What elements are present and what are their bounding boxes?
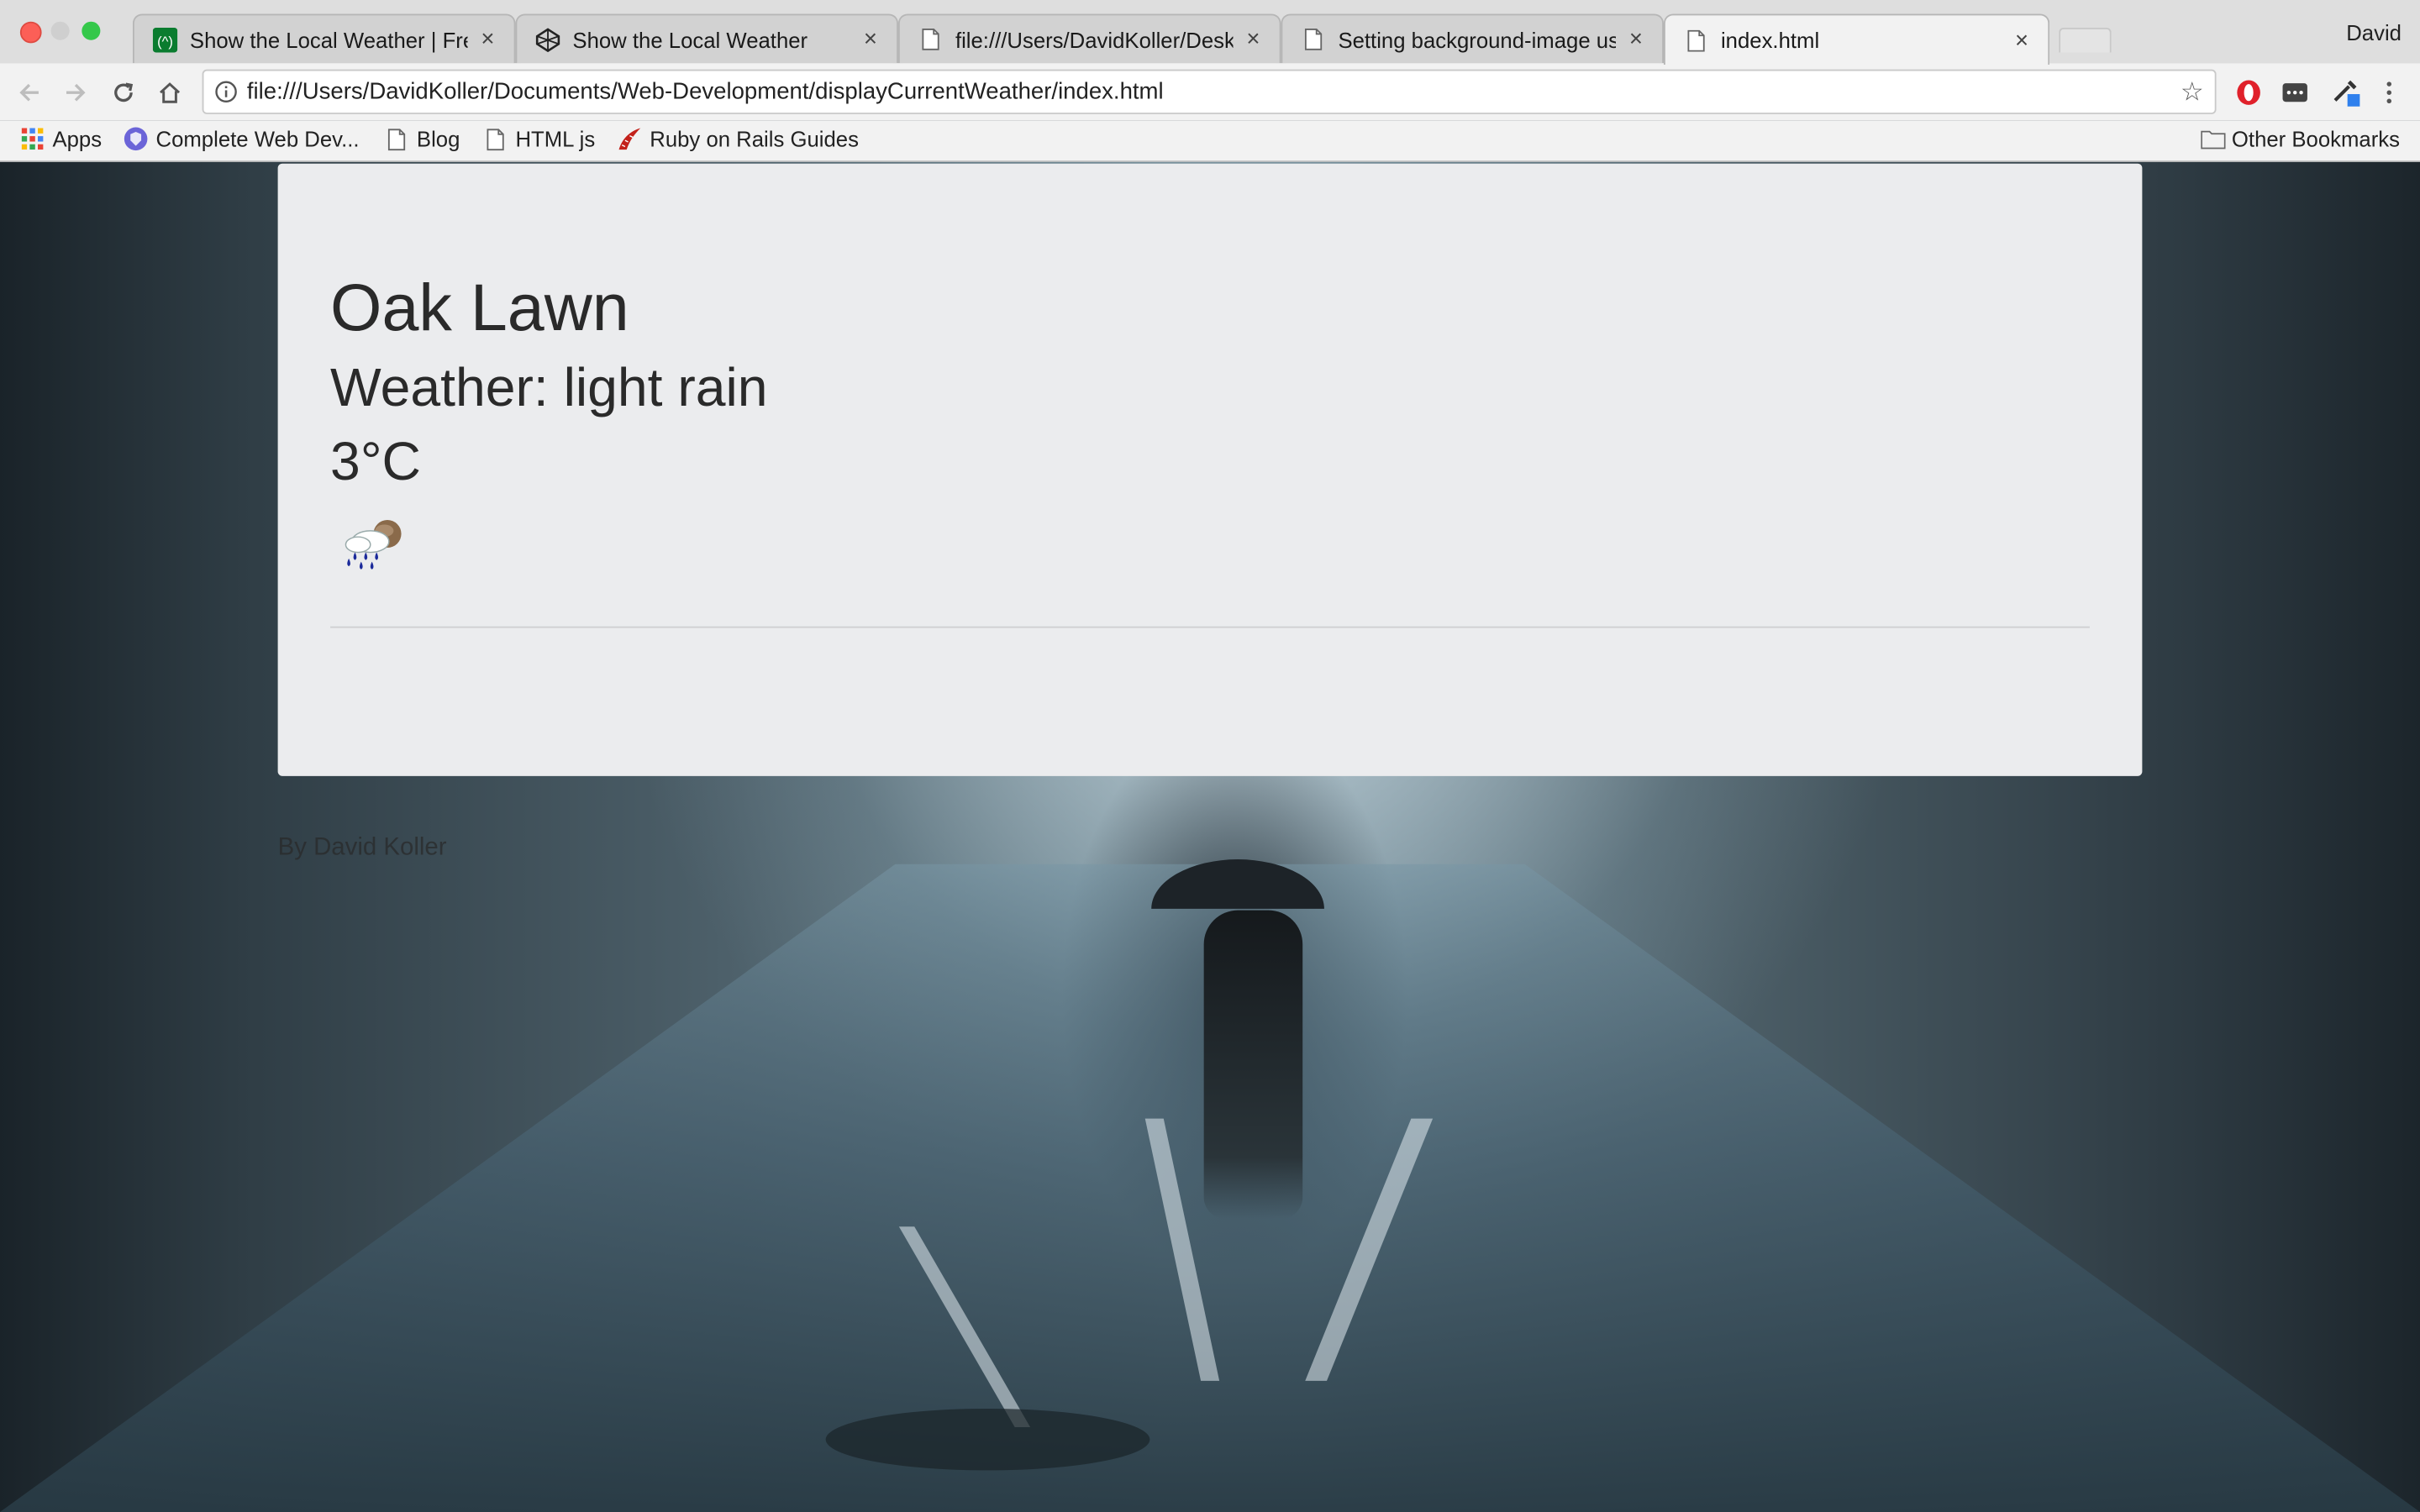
menu-kebab-icon[interactable] — [2374, 77, 2405, 108]
bookmark-blog[interactable]: Blog — [384, 127, 460, 151]
tab-label: Show the Local Weather | Free — [189, 27, 468, 52]
weather-description: Weather: light rain — [330, 358, 768, 418]
bookmark-star-icon[interactable]: ☆ — [2181, 79, 2204, 105]
eyedropper-extension-icon[interactable] — [2330, 77, 2361, 108]
bookmark-label: Blog — [416, 126, 460, 151]
profile-name[interactable]: David — [2346, 20, 2402, 45]
home-button[interactable] — [155, 77, 186, 108]
maximize-window-button[interactable] — [82, 21, 101, 40]
close-tab-icon[interactable]: × — [477, 26, 499, 52]
address-text[interactable]: file:///Users/DavidKoller/Documents/Web-… — [247, 79, 1164, 105]
document-icon — [483, 127, 508, 151]
apps-grid-icon — [20, 127, 45, 151]
tab-index-html[interactable]: index.html × — [1664, 13, 2050, 66]
document-icon — [918, 27, 943, 51]
manhole — [825, 1408, 1150, 1471]
minimize-window-button[interactable] — [50, 21, 70, 40]
close-tab-icon[interactable]: × — [2011, 27, 2033, 53]
tab-codepen[interactable]: Show the Local Weather × — [515, 13, 898, 64]
toolbar: file:///Users/DavidKoller/Documents/Web-… — [0, 63, 2420, 121]
shield-icon — [124, 127, 148, 151]
info-icon[interactable] — [214, 81, 238, 104]
tab-label: index.html — [1720, 28, 1820, 53]
forward-button[interactable] — [60, 77, 92, 108]
walking-person — [1203, 910, 1303, 1220]
close-window-button[interactable] — [19, 21, 42, 44]
freecodecamp-icon: (^) — [152, 27, 178, 52]
more-extensions-icon[interactable] — [2280, 77, 2311, 108]
bookmark-label: Complete Web Dev... — [155, 126, 360, 151]
document-icon — [384, 127, 408, 151]
light-rain-icon — [336, 515, 410, 574]
rails-icon — [618, 127, 642, 151]
bookmark-label: HTML js — [515, 126, 596, 151]
weather-card: Oak Lawn Weather: light rain 3°C — [277, 163, 2143, 776]
divider — [330, 626, 2090, 628]
temperature[interactable]: 3°C — [330, 432, 421, 493]
folder-icon — [2201, 127, 2226, 151]
other-bookmarks[interactable]: Other Bookmarks — [2201, 127, 2400, 151]
close-tab-icon[interactable]: × — [1243, 26, 1265, 52]
tab-label: Setting background-image usi — [1338, 27, 1617, 52]
tab-label: file:///Users/DavidKoller/Deskto — [955, 27, 1234, 52]
tab-background-image[interactable]: Setting background-image usi × — [1281, 13, 1664, 64]
bookmark-apps[interactable]: Apps — [20, 127, 102, 151]
codepen-icon — [535, 27, 560, 52]
opera-extension-icon[interactable] — [2233, 77, 2265, 108]
page-background: Oak Lawn Weather: light rain 3°C By Davi… — [0, 161, 2420, 1512]
bookmark-complete-web-dev[interactable]: Complete Web Dev... — [124, 127, 360, 151]
browser-window: (^) Show the Local Weather | Free × Show… — [0, 0, 2420, 1512]
tab-freecodecamp[interactable]: (^) Show the Local Weather | Free × — [132, 13, 516, 64]
other-bookmarks-label: Other Bookmarks — [2231, 126, 2401, 151]
tab-strip: (^) Show the Local Weather | Free × Show… — [0, 0, 2420, 66]
city-name: Oak Lawn — [330, 271, 629, 346]
document-icon — [1301, 27, 1325, 51]
bookmark-label: Ruby on Rails Guides — [650, 126, 859, 151]
back-button[interactable] — [14, 77, 45, 108]
tab-label: Show the Local Weather — [572, 27, 808, 52]
svg-text:(^): (^) — [157, 33, 173, 49]
address-bar[interactable]: file:///Users/DavidKoller/Documents/Web-… — [202, 69, 2217, 114]
close-tab-icon[interactable]: × — [1625, 26, 1647, 52]
bookmarks-bar: Apps Complete Web Dev... Blog HTML js Ru… — [0, 120, 2420, 162]
close-tab-icon[interactable]: × — [860, 26, 881, 52]
author-credit: By David Koller — [277, 834, 447, 861]
bookmark-ruby-on-rails-guides[interactable]: Ruby on Rails Guides — [618, 127, 859, 151]
bookmark-html-js[interactable]: HTML js — [483, 127, 595, 151]
tab-local-file[interactable]: file:///Users/DavidKoller/Deskto × — [897, 13, 1281, 64]
bookmark-label: Apps — [52, 126, 103, 151]
reload-button[interactable] — [108, 77, 139, 108]
document-icon — [1684, 28, 1708, 52]
new-tab-button[interactable] — [2059, 28, 2112, 53]
